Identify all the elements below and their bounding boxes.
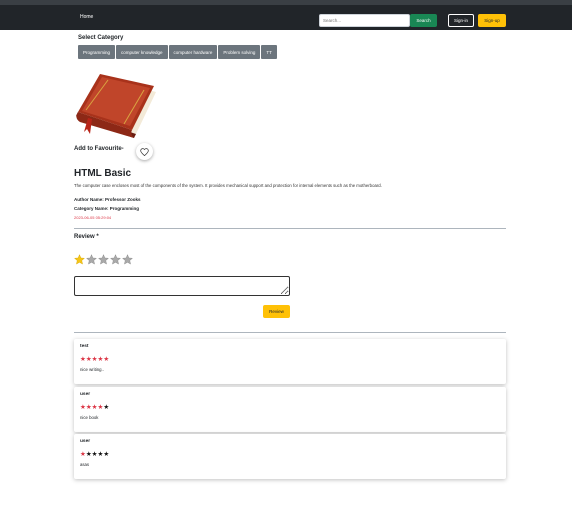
star-icon: ★ [103, 404, 110, 411]
author-name: Professor Zooks [105, 197, 141, 202]
category-button-problem-solving[interactable]: Problem solving [218, 45, 261, 59]
review-stars: ★★★★★ [80, 356, 110, 364]
review-card: user ★★★★★ asas [74, 434, 506, 479]
review-textarea[interactable] [74, 276, 290, 296]
star-rating-input[interactable] [74, 254, 133, 265]
favourite-button[interactable] [136, 143, 153, 160]
rating-star-icon[interactable] [122, 254, 133, 265]
nav-home-link[interactable]: Home [80, 14, 93, 20]
select-category-heading: Select Category [78, 35, 124, 41]
add-to-favourite-label: Add to Favourite- [74, 146, 124, 152]
rating-star-icon[interactable] [86, 254, 97, 265]
star-icon: ★ [103, 451, 110, 458]
review-user: test [80, 344, 89, 349]
navbar: Home Search Sign-in Sign-up [0, 0, 572, 30]
author-line: Author Name: Professor Zooks [74, 197, 141, 202]
review-user: user [80, 392, 91, 397]
category-button-programming[interactable]: Programming [78, 45, 116, 59]
search-input[interactable] [319, 14, 410, 27]
review-comment: nice writing.. [80, 367, 104, 372]
category-button-tt[interactable]: TT [261, 45, 277, 59]
review-stars: ★★★★★ [80, 451, 110, 459]
category-button-computer-hardware[interactable]: computer hardware [168, 45, 218, 59]
review-stars: ★★★★★ [80, 404, 110, 412]
category-line: Category Name: Programming [74, 206, 139, 211]
category-button-computer-knowledge[interactable]: computer knowledge [116, 45, 168, 59]
rating-star-icon[interactable] [98, 254, 109, 265]
category-list: Programming computer knowledge computer … [78, 45, 277, 59]
signin-button[interactable]: Sign-in [448, 14, 474, 27]
rating-star-icon[interactable] [74, 254, 85, 265]
author-label: Author Name: [74, 197, 106, 202]
review-card: user ★★★★★ nice book [74, 387, 506, 432]
book-icon [74, 72, 160, 140]
heart-icon [140, 144, 149, 159]
review-comment: asas [80, 462, 90, 467]
publish-date: 2023-06-05 05:29:04 [74, 215, 112, 220]
review-user: user [80, 439, 91, 444]
review-label: Review * [74, 234, 99, 240]
book-title: HTML Basic [74, 168, 132, 179]
category-name: Programming [109, 206, 140, 211]
divider [74, 332, 506, 333]
signup-button[interactable]: Sign-up [478, 14, 506, 27]
book-description: The computer case encloses most of the c… [74, 183, 382, 188]
review-card: test ★★★★★ nice writing.. [74, 339, 506, 384]
search-button[interactable]: Search [410, 14, 437, 27]
category-label: Category Name: [74, 206, 110, 211]
review-comment: nice book [80, 415, 99, 420]
rating-star-icon[interactable] [110, 254, 121, 265]
review-submit-button[interactable]: Review [263, 305, 290, 318]
divider [74, 228, 506, 229]
star-icon: ★ [103, 356, 110, 363]
